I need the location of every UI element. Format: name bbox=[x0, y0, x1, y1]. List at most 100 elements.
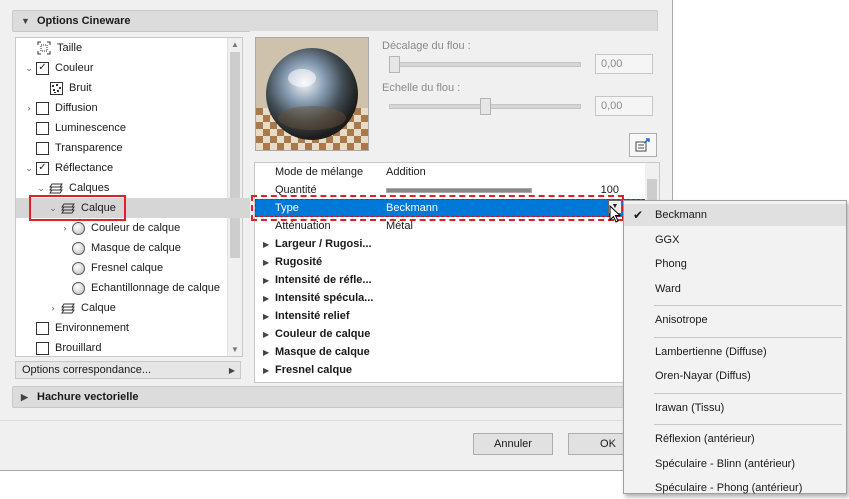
section-hachure-vectorielle[interactable]: ▶ Hachure vectorielle bbox=[12, 386, 658, 408]
options-correspondance-button[interactable]: Options correspondance... ▶ bbox=[15, 361, 241, 379]
menu-item-label: Ward bbox=[655, 282, 681, 295]
blur-offset-slider[interactable] bbox=[389, 62, 581, 67]
blur-scale-label: Echelle du flou : bbox=[382, 82, 461, 94]
channel-checkbox[interactable]: ✓ bbox=[36, 61, 49, 75]
noise-icon bbox=[48, 81, 64, 95]
tree-item[interactable]: Environnement bbox=[16, 318, 129, 338]
menu-item[interactable]: Spéculaire - Blinn (antérieur) bbox=[624, 453, 846, 475]
layers-icon bbox=[60, 301, 76, 315]
tree-item[interactable]: Brouillard bbox=[16, 338, 101, 358]
channel-checkbox[interactable] bbox=[36, 321, 49, 335]
menu-item[interactable]: Ward bbox=[624, 278, 846, 300]
tree-item[interactable]: Luminescence bbox=[16, 118, 126, 138]
tree-item-label: Masque de calque bbox=[91, 242, 181, 254]
chevron-down-icon[interactable]: ⌄ bbox=[36, 183, 46, 194]
quantity-slider[interactable] bbox=[386, 188, 532, 193]
property-name: Largeur / Rugosi... bbox=[275, 238, 372, 250]
sphere-icon bbox=[72, 241, 85, 255]
sphere-icon bbox=[72, 281, 85, 295]
tree-item[interactable]: › Couleur de calque bbox=[16, 218, 180, 238]
property-group[interactable]: ▶ Masque de calque bbox=[255, 343, 645, 361]
tree-item[interactable]: Masque de calque bbox=[16, 238, 181, 258]
expand-triangle-icon[interactable]: ▶ bbox=[263, 240, 269, 249]
tree-item[interactable]: › Calque bbox=[16, 298, 116, 318]
tree-item[interactable]: Taille bbox=[16, 38, 82, 58]
channel-checkbox[interactable] bbox=[36, 101, 49, 115]
tree-item[interactable]: Fresnel calque bbox=[16, 258, 163, 278]
blur-offset-thumb[interactable] bbox=[389, 56, 400, 73]
property-group[interactable]: ▶ Fresnel calque bbox=[255, 361, 645, 379]
menu-item[interactable]: GGX bbox=[624, 229, 846, 251]
menu-separator bbox=[654, 305, 842, 306]
menu-separator bbox=[654, 424, 842, 425]
channel-checkbox[interactable]: ✓ bbox=[36, 161, 49, 175]
menu-item[interactable]: Phong bbox=[624, 253, 846, 275]
property-value: Addition bbox=[386, 166, 426, 178]
expand-triangle-icon[interactable]: ▶ bbox=[263, 258, 269, 267]
expand-triangle-icon[interactable]: ▶ bbox=[263, 330, 269, 339]
property-name: Intensité relief bbox=[275, 310, 350, 322]
property-group[interactable]: ▶ Couleur de calque bbox=[255, 325, 645, 343]
tree-item[interactable]: ⌄ ✓ Couleur bbox=[16, 58, 94, 78]
tree-item[interactable]: ⌄ ✓ Réflectance bbox=[16, 158, 113, 178]
menu-item-label: Spéculaire - Phong (antérieur) bbox=[655, 482, 803, 494]
layers-icon bbox=[48, 181, 64, 195]
property-group[interactable]: ▶ Rugosité bbox=[255, 253, 645, 271]
tree-item[interactable]: Bruit bbox=[16, 78, 92, 98]
menu-item[interactable]: Oren-Nayar (Diffus) bbox=[624, 365, 846, 387]
scroll-down-icon[interactable]: ▼ bbox=[231, 345, 239, 354]
blur-scale-thumb[interactable] bbox=[479, 98, 491, 115]
chevron-right-icon[interactable]: › bbox=[60, 223, 70, 233]
checkmark-icon: ✔ bbox=[633, 208, 644, 222]
tree-scrollbar[interactable]: ▲ ▼ bbox=[227, 38, 242, 356]
menu-item[interactable]: Spéculaire - Phong (antérieur) bbox=[624, 477, 846, 499]
property-group[interactable]: ▶ Intensité de réfle... bbox=[255, 271, 645, 289]
expand-triangle-icon[interactable]: ▶ bbox=[263, 312, 269, 321]
collapse-triangle-icon: ▼ bbox=[21, 16, 30, 26]
channel-checkbox[interactable] bbox=[36, 141, 49, 155]
expand-triangle-icon[interactable]: ▶ bbox=[263, 366, 269, 375]
menu-item[interactable]: ✔ Beckmann bbox=[624, 204, 846, 226]
scroll-thumb[interactable] bbox=[230, 52, 240, 258]
cancel-button[interactable]: Annuler bbox=[473, 433, 553, 455]
section-options-cineware[interactable]: ▼ Options Cineware bbox=[12, 10, 658, 32]
tree-item[interactable]: Transparence bbox=[16, 138, 122, 158]
export-icon-button[interactable] bbox=[629, 133, 657, 157]
tree-item-label: Taille bbox=[57, 42, 83, 54]
menu-item[interactable]: Réflexion (antérieur) bbox=[624, 428, 846, 450]
tree-item[interactable]: › Diffusion bbox=[16, 98, 98, 118]
expand-triangle-icon[interactable]: ▶ bbox=[263, 294, 269, 303]
blur-offset-field[interactable]: 0,00 bbox=[595, 54, 653, 74]
export-icon bbox=[635, 138, 650, 152]
tree-item-label: Diffusion bbox=[55, 102, 98, 114]
menu-item[interactable]: Anisotrope bbox=[624, 309, 846, 331]
expand-triangle-icon[interactable]: ▶ bbox=[263, 276, 269, 285]
property-name: Masque de calque bbox=[275, 346, 370, 358]
menu-item[interactable]: Irawan (Tissu) bbox=[624, 397, 846, 419]
property-group[interactable]: ▶ Largeur / Rugosi... bbox=[255, 235, 645, 253]
tree-item[interactable]: Echantillonnage de calque bbox=[16, 278, 220, 298]
chevron-down-icon[interactable]: ⌄ bbox=[24, 163, 34, 174]
blur-scale-field[interactable]: 0,00 bbox=[595, 96, 653, 116]
property-value: Métal bbox=[386, 220, 413, 232]
expand-triangle-icon[interactable]: ▶ bbox=[263, 348, 269, 357]
highlight-type-row bbox=[251, 195, 624, 221]
channel-checkbox[interactable] bbox=[36, 121, 49, 135]
menu-item-label: Phong bbox=[655, 258, 687, 270]
tree-item-label: Réflectance bbox=[55, 162, 114, 174]
property-group[interactable]: ▶ Intensité relief bbox=[255, 307, 645, 325]
chevron-right-icon[interactable]: › bbox=[48, 303, 58, 313]
property-group[interactable]: ▶ Intensité spécula... bbox=[255, 289, 645, 307]
property-name: Fresnel calque bbox=[275, 364, 353, 376]
sphere-icon bbox=[72, 221, 85, 235]
chevron-right-icon[interactable]: › bbox=[24, 103, 34, 113]
menu-separator bbox=[654, 336, 842, 338]
tree-item-label: Environnement bbox=[55, 322, 129, 334]
chevron-down-icon[interactable]: ⌄ bbox=[24, 63, 34, 74]
menu-item[interactable]: Lambertienne (Diffuse) bbox=[624, 341, 846, 363]
tree-item-label: Brouillard bbox=[55, 342, 102, 354]
property-row[interactable]: Mode de mélange Addition bbox=[255, 163, 645, 181]
channel-checkbox[interactable] bbox=[36, 341, 49, 355]
scroll-up-icon[interactable]: ▲ bbox=[231, 40, 239, 49]
tree-item-label: Echantillonnage de calque bbox=[91, 282, 221, 294]
